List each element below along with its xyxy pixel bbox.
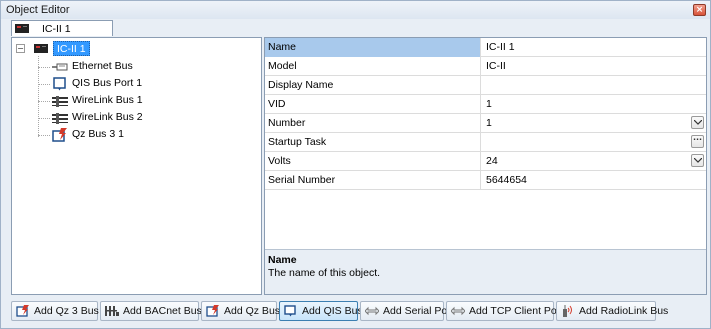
property-description: Name The name of this object. bbox=[265, 249, 706, 294]
button-label: Add BACnet Bus bbox=[123, 305, 202, 317]
property-value[interactable] bbox=[481, 76, 706, 95]
tree-connector bbox=[38, 67, 50, 68]
tree-root-label: IC-II 1 bbox=[53, 41, 90, 56]
property-value[interactable]: ··· bbox=[481, 133, 706, 152]
object-tree[interactable]: − IC-II 1 Ethernet Bus QIS Bus Port 1 Wi… bbox=[11, 37, 262, 295]
tab-label: IC-II 1 bbox=[42, 23, 71, 35]
tree-node-label: Ethernet Bus bbox=[72, 60, 133, 72]
property-name: Number bbox=[265, 114, 481, 133]
collapse-icon[interactable]: − bbox=[16, 44, 25, 53]
property-row-vid[interactable]: VID 1 bbox=[265, 95, 706, 114]
property-name: Model bbox=[265, 57, 481, 76]
controller-icon bbox=[34, 44, 48, 53]
tree-node-qz-bus-3-1[interactable]: Qz Bus 3 1 bbox=[38, 127, 258, 143]
button-label: Add Qz 3 Bus bbox=[34, 305, 99, 317]
object-editor-window: Object Editor × IC-II 1 − IC-II 1 Ethern… bbox=[0, 0, 711, 329]
ellipsis-icon[interactable]: ··· bbox=[691, 135, 704, 148]
add-qz-bus-button[interactable]: Add Qz Bus bbox=[201, 301, 281, 321]
action-toolbar: Add Qz 3 Bus Add BACnet Bus Add Qz Bus A… bbox=[11, 301, 711, 321]
add-serial-port-button[interactable]: Add Serial Port bbox=[360, 301, 454, 321]
tab-ic-ii-1[interactable]: IC-II 1 bbox=[11, 20, 113, 36]
wirelink-bus-icon bbox=[52, 96, 68, 107]
tree-node-label: Qz Bus 3 1 bbox=[72, 128, 124, 140]
qz-bus-icon bbox=[16, 305, 29, 317]
property-value[interactable]: 1 bbox=[481, 114, 706, 133]
ethernet-bus-icon bbox=[52, 63, 68, 71]
qis-bus-icon bbox=[284, 305, 296, 317]
tree-node-label: WireLink Bus 2 bbox=[72, 111, 143, 123]
controller-icon bbox=[15, 24, 29, 33]
property-value-text: 1 bbox=[486, 117, 492, 129]
button-label: Add TCP Client Port bbox=[469, 305, 564, 317]
add-qz-3-bus-button[interactable]: Add Qz 3 Bus bbox=[11, 301, 99, 321]
property-row-display-name[interactable]: Display Name bbox=[265, 76, 706, 95]
add-tcp-client-port-button[interactable]: Add TCP Client Port bbox=[446, 301, 563, 321]
description-text: The name of this object. bbox=[268, 267, 381, 279]
property-grid: Name IC-II 1 Model IC-II Display Name VI… bbox=[264, 37, 707, 295]
button-label: Add QIS Bus bbox=[302, 305, 363, 317]
serial-port-icon bbox=[365, 306, 379, 316]
tree-connector bbox=[38, 101, 50, 102]
tree-node-wirelink-bus-2[interactable]: WireLink Bus 2 bbox=[38, 110, 258, 126]
property-name: Display Name bbox=[265, 76, 481, 95]
bacnet-icon bbox=[105, 306, 119, 316]
property-row-name[interactable]: Name IC-II 1 bbox=[265, 38, 706, 57]
close-icon[interactable]: × bbox=[693, 4, 706, 16]
property-value[interactable]: IC-II bbox=[481, 57, 706, 76]
property-value[interactable]: 1 bbox=[481, 95, 706, 114]
tree-node-wirelink-bus-1[interactable]: WireLink Bus 1 bbox=[38, 93, 258, 109]
property-row-model[interactable]: Model IC-II bbox=[265, 57, 706, 76]
tree-connector bbox=[38, 135, 50, 136]
property-name: Startup Task bbox=[265, 133, 481, 152]
qis-bus-icon bbox=[53, 77, 66, 91]
tree-node-label: QIS Bus Port 1 bbox=[72, 77, 143, 89]
editor-content: − IC-II 1 Ethernet Bus QIS Bus Port 1 Wi… bbox=[11, 37, 707, 297]
tree-node-label: WireLink Bus 1 bbox=[72, 94, 143, 106]
add-bacnet-bus-button[interactable]: Add BACnet Bus bbox=[100, 301, 202, 321]
property-name: Serial Number bbox=[265, 171, 481, 190]
radiolink-icon bbox=[563, 305, 572, 317]
property-name: Name bbox=[265, 38, 481, 57]
property-value[interactable]: 5644654 bbox=[481, 171, 706, 190]
property-value[interactable]: IC-II 1 bbox=[481, 38, 706, 57]
qz-bus-icon bbox=[52, 128, 67, 142]
property-name: Volts bbox=[265, 152, 481, 171]
button-label: Add RadioLink Bus bbox=[579, 305, 669, 317]
tcp-client-icon bbox=[451, 306, 465, 316]
window-title: Object Editor bbox=[6, 4, 70, 16]
tree-connector bbox=[38, 84, 50, 85]
property-row-volts[interactable]: Volts 24 bbox=[265, 152, 706, 171]
property-rows: Name IC-II 1 Model IC-II Display Name VI… bbox=[265, 38, 706, 190]
property-row-serial-number[interactable]: Serial Number 5644654 bbox=[265, 171, 706, 190]
property-row-startup-task[interactable]: Startup Task ··· bbox=[265, 133, 706, 152]
wirelink-bus-icon bbox=[52, 113, 68, 124]
button-label: Add Serial Port bbox=[383, 305, 454, 317]
add-radiolink-bus-button[interactable]: Add RadioLink Bus bbox=[556, 301, 668, 321]
tree-node-qis-bus-port-1[interactable]: QIS Bus Port 1 bbox=[38, 76, 258, 92]
property-name: VID bbox=[265, 95, 481, 114]
button-label: Add Qz Bus bbox=[224, 305, 281, 317]
chevron-down-icon[interactable] bbox=[691, 116, 704, 129]
qz-bus-icon bbox=[206, 305, 219, 317]
property-value[interactable]: 24 bbox=[481, 152, 706, 171]
add-qis-bus-button[interactable]: Add QIS Bus bbox=[279, 301, 363, 321]
description-title: Name bbox=[268, 254, 297, 266]
property-value-text: 24 bbox=[486, 155, 498, 167]
tree-connector bbox=[38, 118, 50, 119]
title-bar: Object Editor × bbox=[1, 1, 710, 19]
property-row-number[interactable]: Number 1 bbox=[265, 114, 706, 133]
tree-node-ethernet-bus[interactable]: Ethernet Bus bbox=[38, 59, 258, 75]
chevron-down-icon[interactable] bbox=[691, 154, 704, 167]
